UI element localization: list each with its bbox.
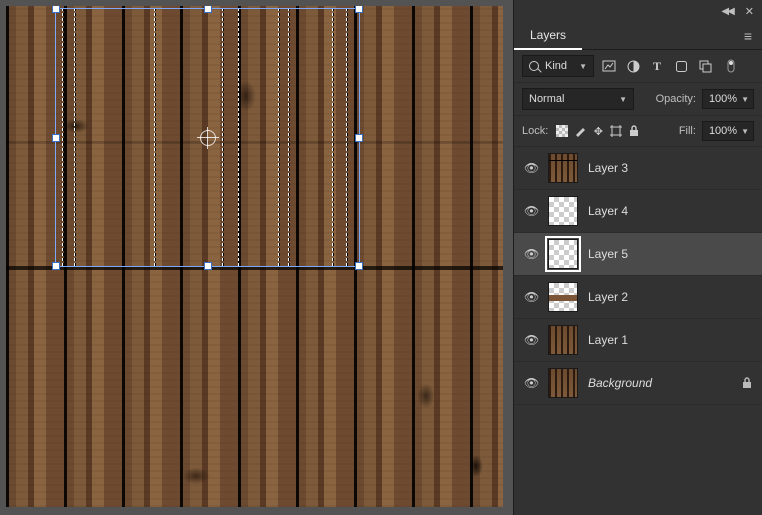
opacity-input[interactable]: 100% ▼ (702, 89, 754, 109)
canvas-area[interactable] (0, 0, 513, 515)
layer-thumbnail[interactable] (548, 282, 578, 312)
chevron-down-icon: ▼ (619, 95, 627, 104)
layers-panel: ◀◀ ✕ Layers ≡ Kind ▼ T Normal (513, 0, 762, 515)
selection-edge (346, 8, 348, 266)
layer-name[interactable]: Layer 5 (588, 247, 628, 261)
wood-grain (6, 6, 503, 507)
filter-adjustment-icon[interactable] (624, 57, 642, 75)
visibility-toggle-icon[interactable]: 👁 (524, 247, 538, 261)
selection-edge (74, 8, 76, 266)
lock-all-icon[interactable] (626, 123, 642, 139)
lock-pixels-icon[interactable] (572, 123, 588, 139)
layer-thumbnail[interactable] (548, 196, 578, 226)
filter-kind-label: Kind (545, 60, 567, 72)
layer-filter-row: Kind ▼ T (514, 50, 762, 83)
layer-name[interactable]: Layer 4 (588, 204, 628, 218)
filter-type-icon[interactable]: T (648, 57, 666, 75)
collapse-icon[interactable]: ◀◀ (721, 6, 732, 17)
blend-opacity-row: Normal ▼ Opacity: 100% ▼ (514, 83, 762, 116)
layer-thumbnail[interactable] (548, 325, 578, 355)
selection-edge (238, 8, 240, 266)
layer-thumbnail[interactable] (548, 153, 578, 183)
selection-edge (154, 8, 156, 266)
selection-edge (62, 8, 64, 266)
filter-toggle-icon[interactable] (722, 57, 740, 75)
blend-mode-value: Normal (529, 93, 564, 105)
tab-layers[interactable]: Layers (514, 22, 582, 50)
visibility-toggle-icon[interactable]: 👁 (524, 204, 538, 218)
fill-label: Fill: (679, 125, 696, 137)
layer-name[interactable]: Background (588, 376, 652, 390)
visibility-toggle-icon[interactable]: 👁 (524, 333, 538, 347)
panel-titlebar: ◀◀ ✕ (514, 0, 762, 22)
selection-edge (332, 8, 334, 266)
selection-edge (278, 8, 280, 266)
layer-list: 👁 Layer 3 👁 Layer 4 👁 Layer 5 👁 Layer 2 … (514, 147, 762, 515)
layer-name[interactable]: Layer 2 (588, 290, 628, 304)
layer-name[interactable]: Layer 3 (588, 161, 628, 175)
lock-artboard-icon[interactable] (608, 123, 624, 139)
lock-label: Lock: (522, 125, 548, 137)
search-icon (529, 61, 539, 71)
fill-value: 100% (709, 125, 737, 137)
layer-row[interactable]: 👁 Layer 2 (514, 276, 762, 319)
opacity-value: 100% (709, 93, 737, 105)
visibility-toggle-icon[interactable]: 👁 (524, 290, 538, 304)
layer-row[interactable]: 👁 Layer 5 (514, 233, 762, 276)
selection-edge (288, 8, 290, 266)
visibility-toggle-icon[interactable]: 👁 (524, 161, 538, 175)
chevron-down-icon: ▼ (741, 127, 749, 136)
close-panel-icon[interactable]: ✕ (745, 5, 754, 18)
layer-name[interactable]: Layer 1 (588, 333, 628, 347)
layer-thumbnail[interactable] (548, 368, 578, 398)
panel-tabs: Layers ≡ (514, 22, 762, 50)
plank-seam (6, 266, 503, 270)
fill-input[interactable]: 100% ▼ (702, 121, 754, 141)
document-canvas[interactable] (6, 6, 503, 507)
filter-shape-icon[interactable] (672, 57, 690, 75)
chevron-down-icon: ▼ (741, 95, 749, 104)
layer-row[interactable]: 👁 Layer 3 (514, 147, 762, 190)
chevron-down-icon: ▼ (579, 62, 587, 71)
lock-fill-row: Lock: ✥ Fill: 100% ▼ (514, 116, 762, 147)
selection-edge (222, 8, 224, 266)
lock-icon-group: ✥ (554, 123, 642, 139)
layer-row[interactable]: 👁 Layer 4 (514, 190, 762, 233)
plank-seam-upper (6, 141, 503, 144)
filter-kind-select[interactable]: Kind ▼ (522, 55, 594, 77)
opacity-label: Opacity: (656, 93, 696, 105)
lock-position-icon[interactable]: ✥ (590, 123, 606, 139)
visibility-toggle-icon[interactable]: 👁 (524, 376, 538, 390)
panel-menu-icon[interactable]: ≡ (740, 24, 756, 48)
filter-pixel-icon[interactable] (600, 57, 618, 75)
blend-mode-select[interactable]: Normal ▼ (522, 88, 634, 110)
layer-row[interactable]: 👁 Layer 1 (514, 319, 762, 362)
lock-icon (742, 377, 752, 389)
layer-row[interactable]: 👁 Background (514, 362, 762, 405)
filter-smart-icon[interactable] (696, 57, 714, 75)
layer-thumbnail[interactable] (548, 239, 578, 269)
lock-transparency-icon[interactable] (554, 123, 570, 139)
